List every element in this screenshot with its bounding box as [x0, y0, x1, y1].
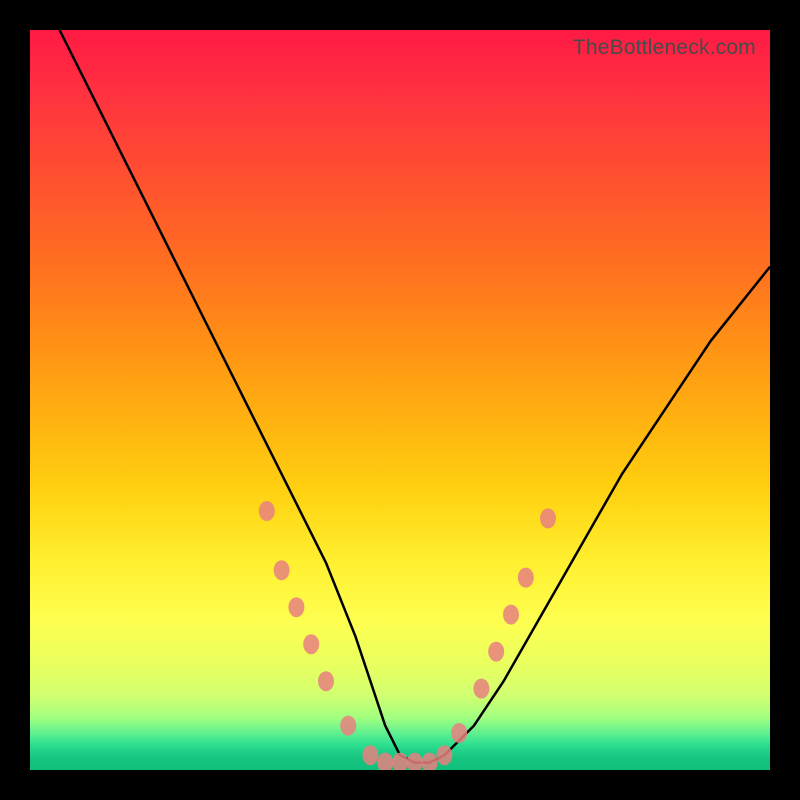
marker-dot — [392, 753, 408, 770]
curve-markers — [259, 501, 556, 770]
marker-dot — [288, 597, 304, 617]
marker-dot — [518, 568, 534, 588]
marker-dot — [407, 753, 423, 770]
marker-dot — [259, 501, 275, 521]
bottleneck-curve — [60, 30, 770, 763]
marker-dot — [340, 716, 356, 736]
marker-dot — [377, 753, 393, 770]
marker-dot — [318, 671, 334, 691]
marker-dot — [362, 745, 378, 765]
marker-dot — [451, 723, 467, 743]
marker-dot — [303, 634, 319, 654]
chart-frame: TheBottleneck.com — [0, 0, 800, 800]
marker-dot — [422, 753, 438, 770]
marker-dot — [503, 605, 519, 625]
marker-dot — [436, 745, 452, 765]
bottleneck-curve-svg — [30, 30, 770, 770]
marker-dot — [274, 560, 290, 580]
marker-dot — [540, 508, 556, 528]
marker-dot — [488, 642, 504, 662]
marker-dot — [473, 679, 489, 699]
plot-area: TheBottleneck.com — [30, 30, 770, 770]
